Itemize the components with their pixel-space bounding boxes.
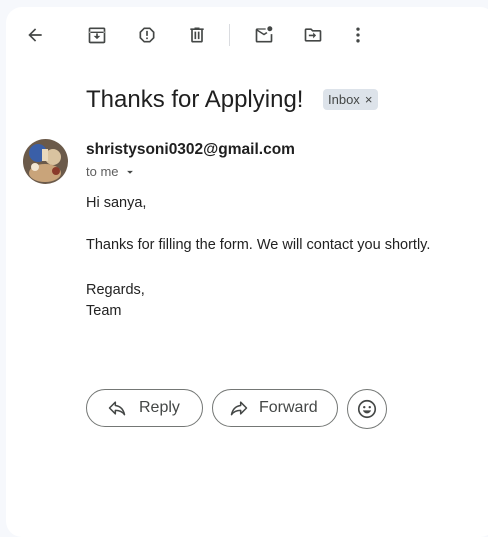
mark-unread-icon [255, 26, 273, 43]
move-to-button[interactable] [297, 19, 329, 51]
forward-button[interactable]: Forward [212, 389, 338, 427]
remove-label-icon[interactable]: × [365, 92, 373, 107]
body-greeting: Hi sanya, [86, 195, 147, 211]
body-text: Thanks for filling the form. We will con… [86, 237, 431, 253]
recipients-toggle[interactable]: to me [86, 164, 137, 179]
delete-button[interactable] [181, 19, 213, 51]
body-closing: Regards, [86, 282, 145, 298]
sender-email: shristysoni0302@gmail.com [86, 141, 295, 158]
more-options-icon [356, 27, 360, 43]
reply-icon [108, 401, 126, 416]
inbox-label-chip[interactable]: Inbox × [323, 89, 379, 110]
archive-button[interactable] [81, 19, 113, 51]
toolbar-divider [229, 24, 230, 46]
recipient-text: to me [86, 164, 119, 179]
report-spam-button[interactable] [131, 19, 163, 51]
report-spam-icon [139, 27, 155, 43]
forward-icon [230, 401, 248, 416]
move-to-icon [304, 28, 322, 42]
archive-icon [88, 27, 106, 44]
delete-icon [190, 27, 204, 43]
back-button[interactable] [19, 19, 51, 51]
mark-unread-button[interactable] [248, 19, 280, 51]
email-subject: Thanks for Applying! [86, 86, 304, 113]
body-signature: Team [86, 303, 122, 319]
forward-label: Forward [259, 399, 318, 416]
chevron-down-icon [126, 170, 133, 174]
reply-button[interactable]: Reply [86, 389, 203, 427]
back-arrow-icon [28, 28, 42, 42]
label-text: Inbox [328, 92, 360, 107]
sender-avatar[interactable] [23, 139, 68, 184]
emoji-reaction-button[interactable] [347, 389, 387, 429]
reply-label: Reply [139, 399, 180, 416]
more-options-button[interactable] [342, 19, 374, 51]
smiley-icon [357, 399, 377, 419]
